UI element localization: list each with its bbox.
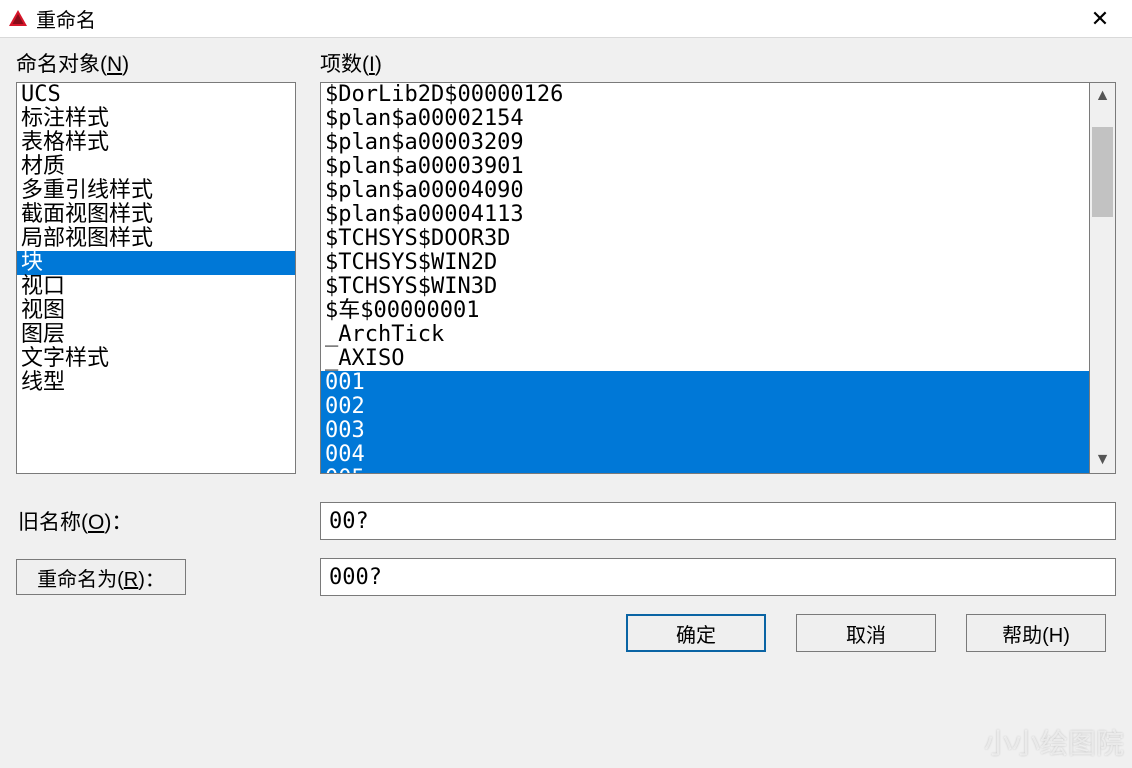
named-objects-item[interactable]: 线型 (17, 371, 295, 395)
items-list-item[interactable]: 002 (321, 395, 1089, 419)
rename-to-suffix: ： (145, 569, 165, 591)
dialog-button-row: 确定 取消 帮助(H) (16, 614, 1116, 652)
items-label: 项数(I) (320, 48, 1116, 78)
items-list-item[interactable]: $车$00000001 (321, 299, 1089, 323)
items-label-text: 项数 (320, 53, 362, 76)
named-objects-item[interactable]: 表格样式 (17, 131, 295, 155)
rename-to-row: 重命名为(R)： (16, 558, 1116, 596)
dialog-body: 命名对象(N) 项数(I) UCS标注样式表格样式材质多重引线样式截面视图样式局… (0, 38, 1132, 662)
scroll-track[interactable] (1090, 109, 1115, 447)
items-list-item[interactable]: $plan$a00003209 (321, 131, 1089, 155)
close-button[interactable]: ✕ (1076, 1, 1124, 37)
named-objects-hotkey: N (107, 53, 122, 76)
window-title: 重命名 (36, 4, 96, 33)
items-list-item[interactable]: $plan$a00003901 (321, 155, 1089, 179)
old-name-row: 旧名称(O)： (16, 502, 1116, 540)
named-objects-item[interactable]: 标注样式 (17, 107, 295, 131)
named-objects-item[interactable]: 文字样式 (17, 347, 295, 371)
named-objects-item[interactable]: 材质 (17, 155, 295, 179)
items-list-item[interactable]: _AXISO (321, 347, 1089, 371)
named-objects-item[interactable]: 局部视图样式 (17, 227, 295, 251)
named-objects-item[interactable]: 图层 (17, 323, 295, 347)
cancel-button[interactable]: 取消 (796, 614, 936, 652)
items-list-item[interactable]: $TCHSYS$DOOR3D (321, 227, 1089, 251)
named-objects-listbox[interactable]: UCS标注样式表格样式材质多重引线样式截面视图样式局部视图样式块视口视图图层文字… (16, 82, 296, 474)
named-objects-item[interactable]: 块 (17, 251, 295, 275)
rename-to-hotkey: R (124, 569, 138, 591)
items-list-item[interactable]: _ArchTick (321, 323, 1089, 347)
items-listbox[interactable]: $DorLib2D$00000126$plan$a00002154$plan$a… (320, 82, 1090, 474)
old-name-suffix: ： (111, 511, 132, 534)
items-list-item[interactable]: $plan$a00002154 (321, 107, 1089, 131)
old-name-hotkey: O (88, 511, 104, 534)
items-list-item[interactable]: $plan$a00004113 (321, 203, 1089, 227)
items-list-item[interactable]: $TCHSYS$WIN3D (321, 275, 1089, 299)
items-list-item[interactable]: 003 (321, 419, 1089, 443)
named-objects-item[interactable]: 视口 (17, 275, 295, 299)
watermark: 小小绘图院 (984, 722, 1124, 762)
named-objects-item[interactable]: 多重引线样式 (17, 179, 295, 203)
old-name-label-text: 旧名称 (18, 511, 81, 534)
rename-to-input[interactable] (320, 558, 1116, 596)
old-name-input[interactable] (320, 502, 1116, 540)
help-button[interactable]: 帮助(H) (966, 614, 1106, 652)
named-objects-item[interactable]: UCS (17, 83, 295, 107)
scroll-up-arrow[interactable]: ▲ (1090, 83, 1115, 109)
scroll-thumb[interactable] (1092, 127, 1113, 217)
items-list-item[interactable]: $TCHSYS$WIN2D (321, 251, 1089, 275)
items-list-item[interactable]: 001 (321, 371, 1089, 395)
items-scrollbar[interactable]: ▲ ▼ (1090, 82, 1116, 474)
scroll-down-arrow[interactable]: ▼ (1090, 447, 1115, 473)
items-list-item[interactable]: 005 (321, 467, 1089, 474)
app-icon (8, 9, 28, 29)
items-list-item[interactable]: $DorLib2D$00000126 (321, 83, 1089, 107)
ok-button[interactable]: 确定 (626, 614, 766, 652)
old-name-label: 旧名称(O)： (16, 511, 132, 534)
titlebar: 重命名 ✕ (0, 0, 1132, 38)
named-objects-item[interactable]: 截面视图样式 (17, 203, 295, 227)
named-objects-label-text: 命名对象 (16, 53, 100, 76)
items-list-item[interactable]: 004 (321, 443, 1089, 467)
list-labels-row: 命名对象(N) 项数(I) (16, 48, 1116, 82)
named-objects-label: 命名对象(N) (16, 48, 296, 78)
rename-to-button[interactable]: 重命名为(R)： (16, 559, 186, 595)
named-objects-item[interactable]: 视图 (17, 299, 295, 323)
items-list-item[interactable]: $plan$a00004090 (321, 179, 1089, 203)
items-hotkey: I (369, 53, 375, 76)
rename-to-label-text: 重命名为 (37, 569, 117, 591)
